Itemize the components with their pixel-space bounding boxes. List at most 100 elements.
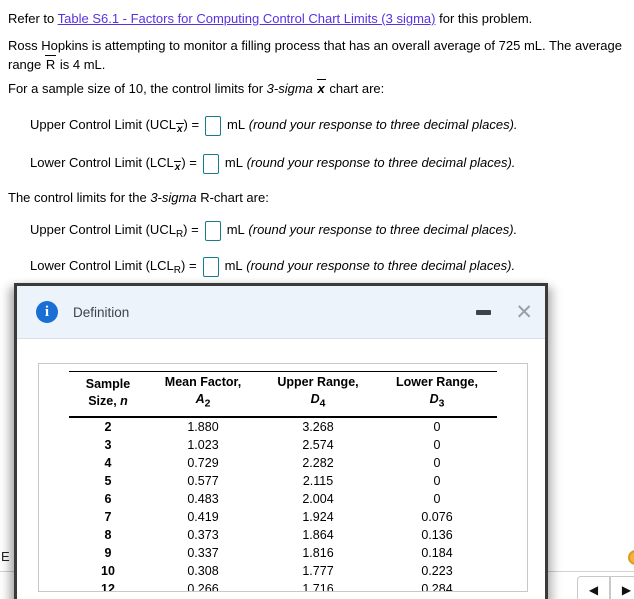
factor-value-cell: 1.716 [259, 579, 377, 591]
sample-size-cell: 2 [104, 419, 112, 434]
ucl-xbar-row: Upper Control Limit (UCLx) = mL (round yo… [30, 112, 518, 138]
table-row: 2 1.880 3.268 0 [69, 417, 497, 436]
lcl-xbar-label: Lower Control Limit (LCL [30, 155, 174, 170]
factor-value-cell: 0.419 [187, 509, 219, 524]
scroll-pager: ◀ ▶ [577, 576, 634, 599]
factor-value-cell: 1.777 [302, 563, 334, 578]
table-row: 10 0.308 1.777 0.223 [69, 562, 497, 580]
lcl-r-row: Lower Control Limit (LCLR) = mL (round yo… [30, 253, 515, 279]
factor-value-cell: 0.373 [187, 527, 219, 542]
equals-text: ) = [183, 117, 200, 132]
factor-value-cell: 0 [433, 473, 441, 488]
factor-value-cell: 1.880 [187, 419, 219, 434]
sample-size-cell: 5 [104, 473, 112, 488]
factor-value-cell: 1.023 [187, 437, 219, 452]
sample-size-cell: 12 [69, 579, 147, 591]
table-row: 12 0.266 1.716 0.284 [69, 579, 497, 591]
factor-value-cell: 1.816 [302, 545, 334, 560]
factor-value-cell: 3.268 [302, 419, 334, 434]
sigma-italic: 3-sigma [266, 81, 317, 96]
factor-value-cell: 0.284 [377, 579, 497, 591]
col-sample-size: Sample Size, n [69, 371, 147, 418]
ucl-r-input[interactable] [204, 220, 221, 241]
lcl-r-input[interactable] [202, 256, 219, 277]
sample-size-cell: 8 [104, 527, 112, 542]
factor-value-cell: 2.004 [302, 491, 334, 506]
factor-value-cell: 0.136 [421, 527, 453, 542]
table-row: 6 0.483 2.004 0 [69, 490, 497, 508]
background-text-fragment: E [1, 549, 10, 564]
minimize-icon[interactable] [476, 309, 492, 315]
equals-text: ) = [183, 222, 199, 237]
sample-size-cell: 10 [101, 563, 115, 578]
lcl-xbar-row: Lower Control Limit (LCLx) = mL (round yo… [30, 150, 515, 176]
table-row: 9 0.337 1.816 0.184 [69, 544, 497, 562]
heading-text-suffix: chart are: [325, 81, 385, 96]
problem-text-2: is 4 mL. [56, 57, 106, 72]
scroll-left-button[interactable]: ◀ [577, 576, 610, 599]
lcl-xbar-input[interactable] [202, 153, 219, 174]
unit-label: mL [224, 155, 243, 170]
left-arrow-icon: ◀ [588, 583, 599, 597]
sample-size-cell: 4 [104, 455, 112, 470]
close-icon[interactable]: ✕ [515, 301, 533, 323]
rounding-note: (round your response to three decimal pl… [246, 258, 516, 273]
sigma-italic: 3-sigma [150, 190, 197, 205]
sample-size-cell: 6 [104, 491, 112, 506]
table-row: 3 1.023 2.574 0 [69, 436, 497, 454]
table-s61-link[interactable]: Table S6.1 - Factors for Computing Contr… [58, 11, 436, 26]
factor-value-cell: 0 [433, 455, 441, 470]
factors-table-box: Sample Size, n Mean Factor, A2 Upper Range… [38, 363, 528, 592]
factor-value-cell: 0.266 [147, 579, 259, 591]
equals-text: ) = [181, 155, 197, 170]
factors-table: Sample Size, n Mean Factor, A2 Upper Range… [69, 371, 497, 591]
factor-value-cell: 1.924 [302, 509, 334, 524]
definition-dialog: i Definition ✕ Sample Size, n Mean Factor… [14, 283, 548, 599]
ucl-xbar-label: Upper Control Limit (UCL [30, 117, 176, 132]
factor-value-cell: 0.337 [187, 545, 219, 560]
heading-text: The control limits for the [8, 190, 151, 205]
heading-text-suffix: R-chart are: [196, 190, 269, 205]
factor-value-cell: 2.115 [302, 473, 334, 488]
xbar-subscript: x [175, 123, 184, 135]
help-icon[interactable] [628, 550, 634, 565]
factor-value-cell: 1.864 [302, 527, 334, 542]
factor-value-cell: 0 [433, 437, 441, 452]
info-icon: i [36, 301, 58, 323]
ucl-r-row: Upper Control Limit (UCLR) = mL (round yo… [30, 217, 517, 243]
ucl-xbar-input[interactable] [205, 115, 222, 136]
col-mean-factor: Mean Factor, A2 [147, 371, 259, 418]
unit-label: mL [226, 222, 245, 237]
factor-value-cell: 0.483 [187, 491, 219, 506]
scroll-right-button[interactable]: ▶ [610, 576, 634, 599]
factor-value-cell: 0.729 [187, 455, 219, 470]
col-upper-range: Upper Range, D4 [259, 371, 377, 418]
r-bar-symbol: R [44, 55, 57, 72]
refer-prefix: Refer to [8, 11, 58, 26]
factor-value-cell: 0.223 [421, 563, 453, 578]
problem-page: Refer to Table S6.1 - Factors for Comput… [0, 0, 634, 599]
factor-value-cell: 2.574 [302, 437, 334, 452]
factor-value-cell: 0 [433, 419, 441, 434]
factor-value-cell: 0.308 [187, 563, 219, 578]
r-subscript: R [173, 265, 182, 276]
right-arrow-icon: ▶ [621, 583, 632, 597]
table-row: 7 0.419 1.924 0.076 [69, 508, 497, 526]
refer-line: Refer to Table S6.1 - Factors for Comput… [8, 10, 532, 28]
factors-table-head: Sample Size, n Mean Factor, A2 Upper Range… [69, 371, 497, 418]
ucl-r-label: Upper Control Limit (UCL [30, 222, 176, 237]
factor-value-cell: 0.577 [187, 473, 219, 488]
problem-statement: Ross Hopkins is attempting to monitor a … [8, 37, 628, 74]
rchart-section-heading: The control limits for the 3-sigma R-cha… [8, 189, 269, 207]
unit-label: mL [224, 258, 243, 273]
rounding-note: (round your response to three decimal pl… [246, 155, 516, 170]
lcl-r-label: Lower Control Limit (LCL [30, 258, 174, 273]
equals-text: ) = [181, 258, 197, 273]
factors-table-body: 2 1.880 3.268 0 3 1.023 2.574 0 4 0.729 2.282 0 5 0.5… [69, 417, 497, 591]
factor-value-cell: 2.282 [302, 455, 334, 470]
table-row: 8 0.373 1.864 0.136 [69, 526, 497, 544]
xbar-section-heading: For a sample size of 10, the control lim… [8, 79, 384, 99]
factor-value-cell: 0 [433, 491, 441, 506]
factor-value-cell: 0.184 [421, 545, 453, 560]
refer-suffix: for this problem. [435, 11, 533, 26]
